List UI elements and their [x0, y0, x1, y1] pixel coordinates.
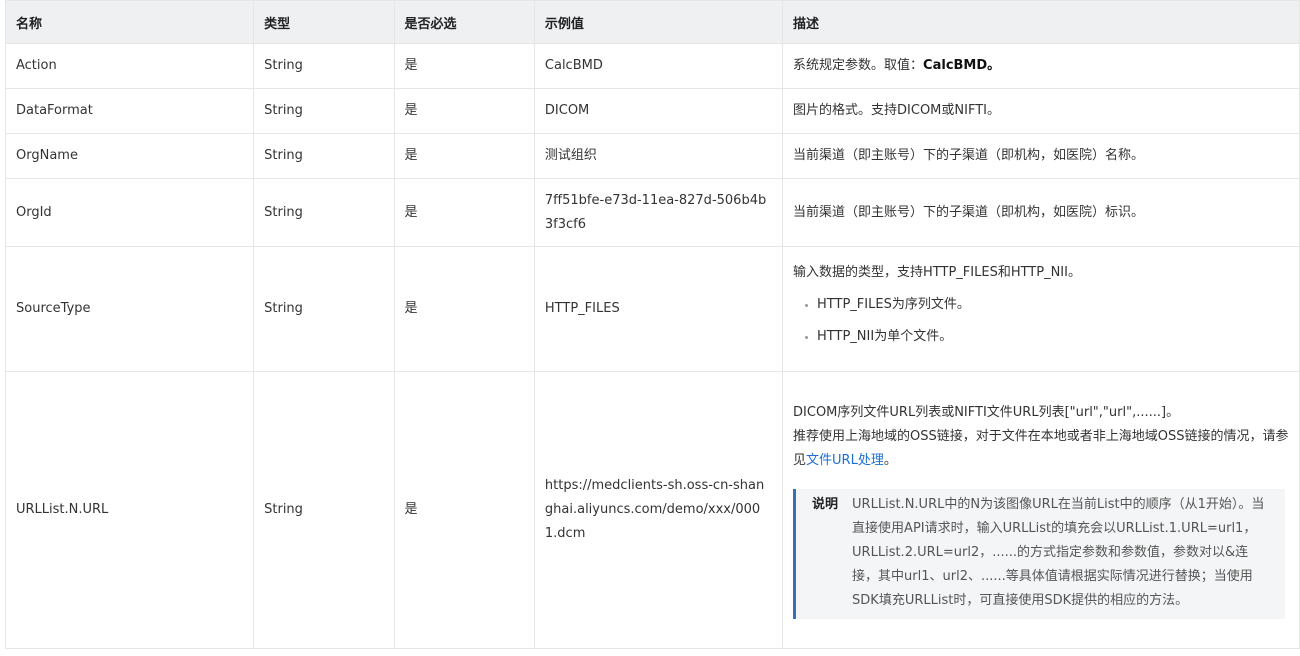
cell-type: String: [253, 178, 395, 247]
table-row: OrgId String 是 7ff51bfe-e73d-11ea-827d-5…: [4, 178, 1300, 247]
desc-text: 系统规定参数。取值：: [793, 58, 924, 73]
cell-type: String: [253, 371, 395, 649]
note-label: 说明: [812, 497, 839, 512]
cell-type: String: [253, 43, 395, 89]
bullet-list: HTTP_FILES为序列文件。 HTTP_NII为单个文件。: [793, 293, 1289, 349]
cell-example: CalcBMD: [533, 43, 784, 89]
cell-example: HTTP_FILES: [533, 246, 784, 372]
cell-required: 是: [393, 88, 535, 134]
header-required: 是否必选: [393, 0, 535, 44]
cell-type: String: [253, 88, 395, 134]
desc-suffix: 。: [987, 58, 1001, 73]
table-row: Action String 是 CalcBMD 系统规定参数。取值：CalcBM…: [4, 43, 1300, 89]
desc-line: 推荐使用上海地域的OSS链接，对于文件在本地或者非上海地域OSS链接的情况，请参…: [793, 425, 1289, 473]
cell-example: https://medclients-sh.oss-cn-shanghai.al…: [533, 371, 784, 649]
cell-description: 输入数据的类型，支持HTTP_FILES和HTTP_NII。 HTTP_FILE…: [782, 246, 1300, 372]
desc-bold-value: CalcBMD: [923, 58, 988, 73]
cell-name: SourceType: [4, 246, 255, 372]
cell-description: 系统规定参数。取值：CalcBMD。: [782, 43, 1300, 89]
cell-required: 是: [393, 43, 535, 89]
parameter-table: 名称 类型 是否必选 示例值 描述 Action String 是 CalcBM…: [4, 0, 1300, 649]
cell-example: DICOM: [533, 88, 784, 134]
cell-name: OrgId: [4, 178, 255, 247]
header-name: 名称: [4, 0, 255, 44]
cell-name: DataFormat: [4, 88, 255, 134]
header-description: 描述: [782, 0, 1300, 44]
cell-type: String: [253, 133, 395, 179]
desc-line: DICOM序列文件URL列表或NIFTI文件URL列表["url","url",…: [793, 405, 1180, 420]
table-row: SourceType String 是 HTTP_FILES 输入数据的类型，支…: [4, 246, 1300, 372]
cell-required: 是: [393, 133, 535, 179]
list-item: HTTP_NII为单个文件。: [817, 325, 1289, 349]
note-text: URLList.N.URL中的N为该图像URL在当前List中的顺序（从1开始）…: [852, 497, 1265, 608]
cell-required: 是: [393, 371, 535, 649]
cell-description: 当前渠道（即主账号）下的子渠道（即机构，如医院）标识。: [782, 178, 1300, 247]
cell-description: DICOM序列文件URL列表或NIFTI文件URL列表["url","url",…: [782, 371, 1300, 649]
desc-text: 输入数据的类型，支持HTTP_FILES和HTTP_NII。: [793, 265, 1081, 280]
header-type: 类型: [253, 0, 395, 44]
header-example: 示例值: [533, 0, 784, 44]
note-box: 说明 URLList.N.URL中的N为该图像URL在当前List中的顺序（从1…: [793, 489, 1285, 619]
table-row: URLList.N.URL String 是 https://medclient…: [4, 371, 1300, 649]
list-item: HTTP_FILES为序列文件。: [817, 293, 1289, 317]
desc-text: 。: [883, 453, 897, 468]
cell-example: 7ff51bfe-e73d-11ea-827d-506b4b3f3cf6: [533, 178, 784, 247]
table-header-row: 名称 类型 是否必选 示例值 描述: [4, 0, 1300, 44]
cell-name: OrgName: [4, 133, 255, 179]
cell-name: URLList.N.URL: [4, 371, 255, 649]
table-row: DataFormat String 是 DICOM 图片的格式。支持DICOM或…: [4, 88, 1300, 134]
cell-example: 测试组织: [533, 133, 784, 179]
cell-required: 是: [393, 246, 535, 372]
cell-required: 是: [393, 178, 535, 247]
cell-description: 当前渠道（即主账号）下的子渠道（即机构，如医院）名称。: [782, 133, 1300, 179]
table-row: OrgName String 是 测试组织 当前渠道（即主账号）下的子渠道（即机…: [4, 133, 1300, 179]
file-url-link[interactable]: 文件URL处理: [806, 453, 884, 468]
cell-name: Action: [4, 43, 255, 89]
cell-description: 图片的格式。支持DICOM或NIFTI。: [782, 88, 1300, 134]
cell-type: String: [253, 246, 395, 372]
